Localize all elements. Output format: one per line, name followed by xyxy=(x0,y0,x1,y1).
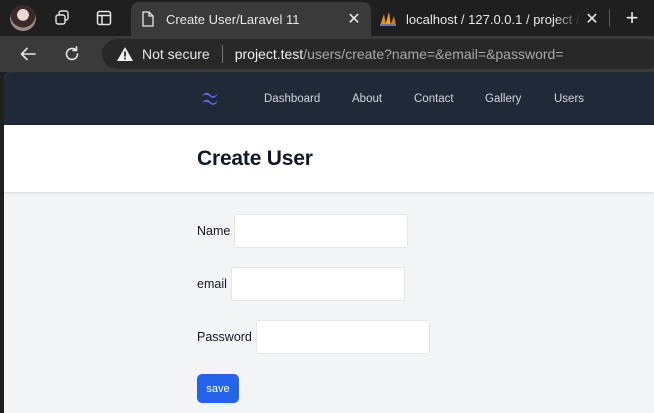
browser-toolbar: Not secure project.test/users/create?nam… xyxy=(0,36,654,72)
tab-strip: Create User/Laravel 11 ✕ localhost / 127… xyxy=(0,0,654,36)
tab-create-user[interactable]: Create User/Laravel 11 ✕ xyxy=(131,2,371,36)
nav-link-about[interactable]: About xyxy=(352,93,382,105)
profile-avatar[interactable] xyxy=(10,5,36,31)
name-label: Name xyxy=(197,224,231,238)
warning-icon[interactable] xyxy=(116,45,134,63)
address-bar[interactable]: Not secure project.test/users/create?nam… xyxy=(102,39,654,69)
email-label: email xyxy=(197,277,227,291)
reload-icon[interactable] xyxy=(58,40,86,68)
nav-link-gallery[interactable]: Gallery xyxy=(485,93,521,105)
security-status[interactable]: Not secure xyxy=(142,46,210,62)
tab-phpmyadmin[interactable]: localhost / 127.0.0.1 / project / art ✕ xyxy=(371,2,609,36)
save-button[interactable]: save xyxy=(197,374,239,403)
url-path: /users/create?name=&email=&password= xyxy=(303,46,564,62)
nav-link-users[interactable]: Users xyxy=(554,93,584,105)
email-row: email xyxy=(197,267,405,301)
page-viewport: Dashboard About Contact Gallery Users Cr… xyxy=(4,72,654,413)
tab-title: Create User/Laravel 11 xyxy=(166,11,300,27)
vertical-tabs-icon[interactable] xyxy=(90,4,118,32)
page-header: Create User xyxy=(4,125,654,192)
nav-link-dashboard[interactable]: Dashboard xyxy=(264,93,320,105)
phpmyadmin-icon xyxy=(379,10,397,28)
password-row: Password xyxy=(197,320,430,354)
close-tab-icon[interactable]: ✕ xyxy=(343,8,365,30)
password-input[interactable] xyxy=(255,320,430,354)
back-icon[interactable] xyxy=(14,40,42,68)
new-tab-button[interactable]: + xyxy=(618,4,646,32)
tab-title: localhost / 127.0.0.1 / project / art xyxy=(406,11,581,27)
name-row: Name xyxy=(197,214,409,248)
email-input[interactable] xyxy=(230,267,405,301)
tailwind-logo-icon[interactable] xyxy=(198,90,222,106)
password-label: Password xyxy=(197,330,252,344)
workspaces-icon[interactable] xyxy=(48,4,76,32)
site-navbar: Dashboard About Contact Gallery Users xyxy=(4,72,654,125)
nav-link-contact[interactable]: Contact xyxy=(414,93,454,105)
page-title: Create User xyxy=(197,147,313,170)
url-host: project.test xyxy=(234,46,304,62)
document-icon xyxy=(139,10,157,28)
close-tab-icon[interactable]: ✕ xyxy=(581,8,603,30)
omnibox-separator xyxy=(221,45,223,63)
name-input[interactable] xyxy=(234,214,409,248)
url-text[interactable]: project.test/users/create?name=&email=&p… xyxy=(235,46,564,62)
tab-divider xyxy=(609,9,610,27)
